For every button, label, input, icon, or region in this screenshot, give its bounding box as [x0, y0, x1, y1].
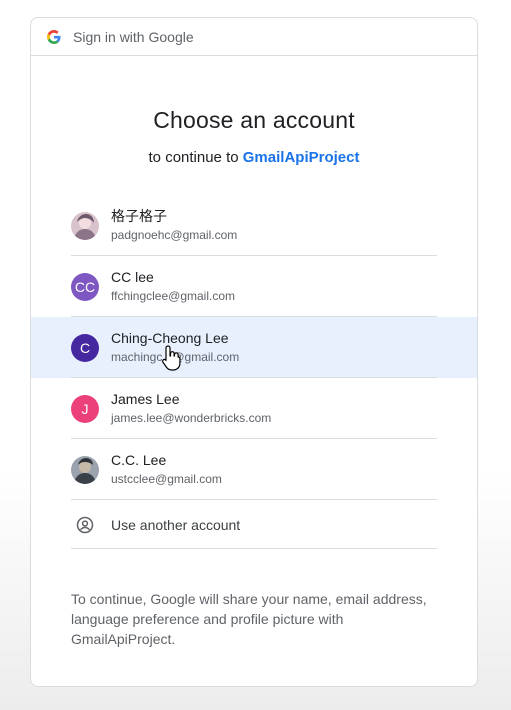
account-name: C.C. Lee	[111, 452, 167, 468]
account-email: padgnoehc@gmail.com	[111, 228, 238, 242]
account-item[interactable]: CC CC lee ffchingclee@gmail.com	[31, 256, 477, 317]
page-subtitle: to continue to GmailApiProject	[31, 149, 477, 166]
avatar: C	[71, 333, 99, 362]
avatar-initials: J	[81, 400, 89, 417]
account-item-hovered[interactable]: C Ching-Cheong Lee machingc...@gmail.com	[31, 317, 477, 378]
account-email: james.lee@wonderbricks.com	[111, 411, 272, 425]
account-item[interactable]: 格子格子 padgnoehc@gmail.com	[31, 195, 477, 256]
header-title: Sign in with Google	[73, 28, 194, 45]
account-list: 格子格子 padgnoehc@gmail.com CC CC lee ffchi…	[31, 195, 477, 549]
subtitle-prefix: to continue to	[148, 149, 239, 166]
account-name: 格子格子	[111, 208, 167, 224]
account-email: ffchingclee@gmail.com	[111, 289, 236, 303]
account-name: CC lee	[111, 269, 154, 285]
avatar: J	[71, 394, 99, 423]
use-another-account-label: Use another account	[111, 516, 241, 533]
avatar	[71, 211, 99, 240]
card-header: Sign in with Google	[31, 18, 477, 56]
google-g-icon	[47, 29, 61, 44]
page-title: Choose an account	[153, 107, 355, 133]
privacy-disclaimer: To continue, Google will share your name…	[71, 591, 427, 647]
account-name: James Lee	[111, 391, 180, 407]
account-item[interactable]: C.C. Lee ustcclee@gmail.com	[31, 439, 477, 500]
account-circle-icon	[76, 516, 94, 534]
avatar	[71, 455, 99, 484]
account-email: ustcclee@gmail.com	[111, 472, 222, 486]
avatar-initials: CC	[74, 278, 96, 295]
sign-in-card: Sign in with Google Choose an account to…	[30, 17, 478, 687]
avatar-initials: C	[79, 339, 91, 356]
project-link[interactable]: GmailApiProject	[243, 149, 360, 166]
account-email: machingc...@gmail.com	[111, 350, 240, 364]
avatar: CC	[71, 272, 99, 301]
use-another-account-button[interactable]: Use another account	[31, 500, 477, 549]
account-name: Ching-Cheong Lee	[111, 330, 229, 346]
account-item[interactable]: J James Lee james.lee@wonderbricks.com	[31, 378, 477, 439]
